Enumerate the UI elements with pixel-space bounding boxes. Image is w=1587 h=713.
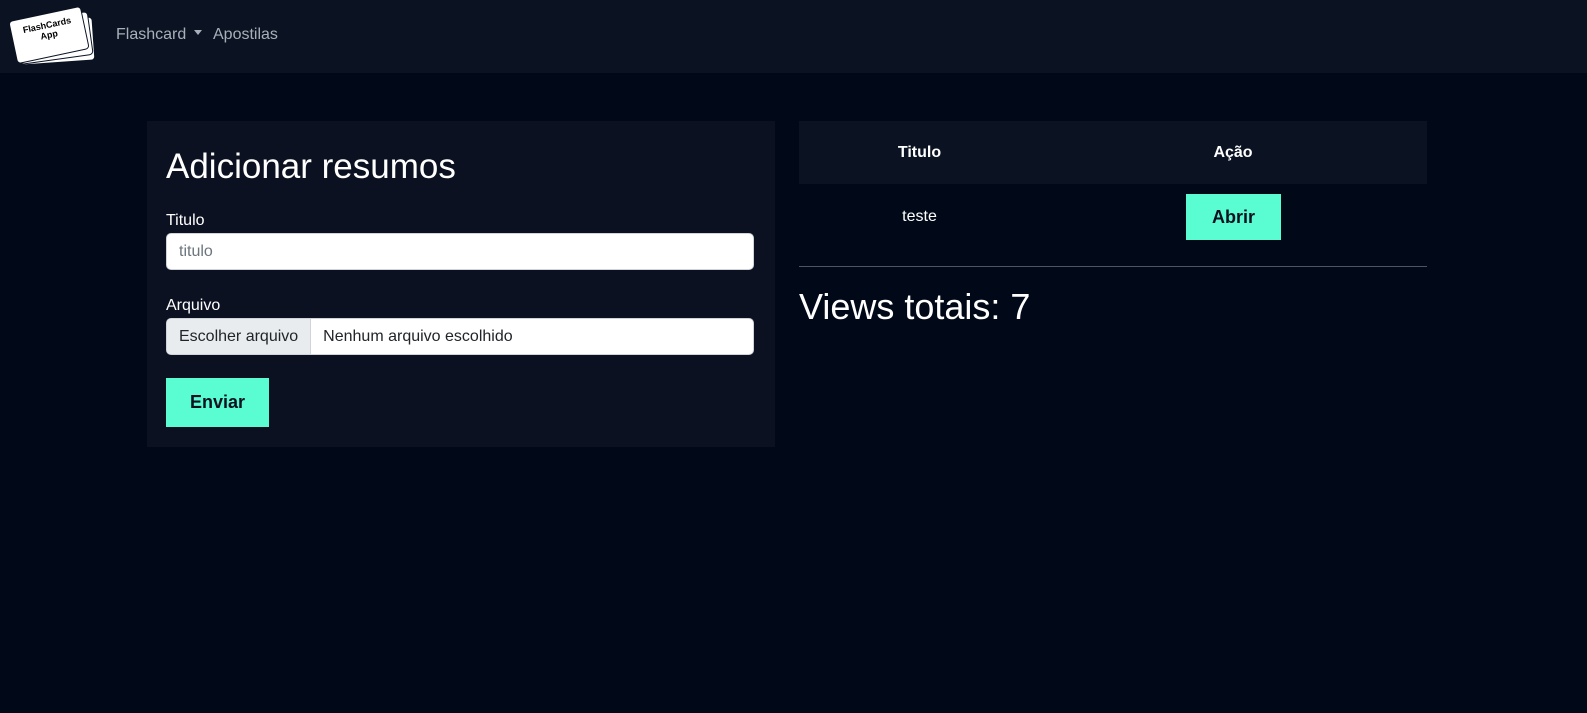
open-button[interactable]: Abrir <box>1186 194 1281 240</box>
arquivo-label: Arquivo <box>166 297 221 314</box>
add-summary-form: Adicionar resumos Titulo Arquivo Escolhe… <box>147 121 775 447</box>
file-status-text: Nenhum arquivo escolhido <box>323 327 513 345</box>
row-titulo-cell: teste <box>902 208 937 225</box>
submit-button[interactable]: Enviar <box>166 378 269 427</box>
nav-apostilas[interactable]: Apostilas <box>213 26 278 44</box>
form-title: Adicionar resumos <box>166 147 456 186</box>
nav-flashcard-label: Flashcard <box>116 26 187 43</box>
choose-file-button[interactable]: Escolher arquivo <box>167 319 312 354</box>
column-header-acao: Ação <box>1213 143 1253 161</box>
flashcards-app-logo[interactable]: FlashCards App <box>8 5 96 66</box>
titulo-label: Titulo <box>166 212 205 229</box>
column-header-titulo: Titulo <box>897 143 942 161</box>
navbar: FlashCards App Flashcard Apostilas <box>0 0 1587 73</box>
divider <box>799 266 1427 267</box>
table-header: Titulo Ação <box>799 121 1427 184</box>
nav-flashcard-dropdown[interactable]: Flashcard <box>116 26 203 44</box>
titulo-input[interactable] <box>166 233 754 270</box>
caret-down-icon <box>194 30 203 36</box>
table-row: teste Abrir <box>799 184 1427 266</box>
file-input[interactable]: Escolher arquivo Nenhum arquivo escolhid… <box>166 318 754 355</box>
total-views-text: Views totais: 7 <box>799 286 1031 327</box>
